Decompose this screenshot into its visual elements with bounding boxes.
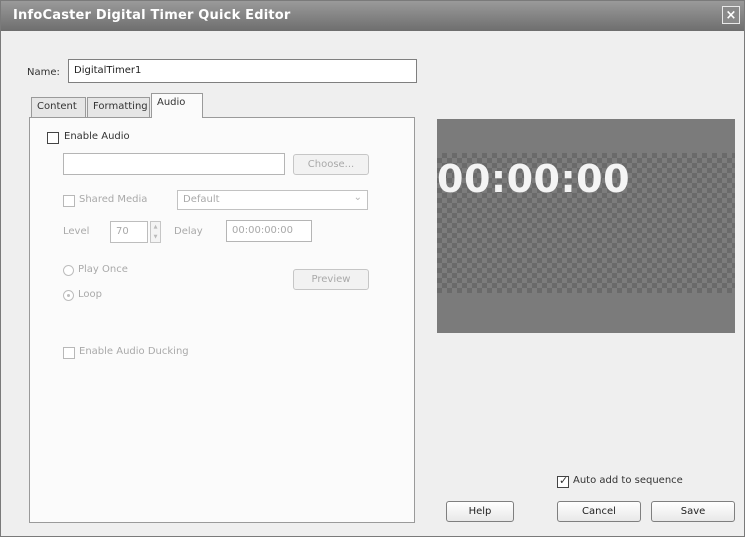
tab-audio[interactable]: Audio xyxy=(151,93,203,118)
choose-button[interactable]: Choose... xyxy=(293,154,369,175)
timer-preview-text: 00:00:00 xyxy=(437,157,631,201)
title-bar[interactable]: InfoCaster Digital Timer Quick Editor × xyxy=(1,1,744,31)
spinner-down-icon[interactable]: ▼ xyxy=(151,232,160,242)
dialog-window: InfoCaster Digital Timer Quick Editor × … xyxy=(0,0,745,537)
shared-media-label: Shared Media xyxy=(79,194,148,205)
cancel-button[interactable]: Cancel xyxy=(557,501,641,522)
shared-media-checkbox[interactable] xyxy=(63,195,75,207)
name-label: Name: xyxy=(27,67,60,78)
auto-add-checkbox[interactable] xyxy=(557,474,569,488)
timer-preview: 00:00:00 xyxy=(437,119,735,333)
enable-audio-checkbox[interactable] xyxy=(47,132,59,144)
delay-input[interactable]: 00:00:00:00 xyxy=(226,220,312,242)
play-once-label: Play Once xyxy=(78,264,128,275)
level-spinner[interactable]: ▲ ▼ xyxy=(150,221,161,243)
loop-radio[interactable] xyxy=(63,290,74,301)
level-input[interactable]: 70 xyxy=(110,221,148,243)
audio-tab-panel: Enable Audio Choose... Shared Media Defa… xyxy=(29,117,415,523)
tab-content-label: Content xyxy=(37,101,77,112)
window-title: InfoCaster Digital Timer Quick Editor xyxy=(13,8,291,23)
preview-button[interactable]: Preview xyxy=(293,269,369,290)
audio-file-input[interactable] xyxy=(63,153,285,175)
audio-ducking-label: Enable Audio Ducking xyxy=(79,346,189,357)
spinner-up-icon[interactable]: ▲ xyxy=(151,222,160,232)
shared-media-select[interactable]: Default ⌄ xyxy=(177,190,368,210)
help-button[interactable]: Help xyxy=(446,501,514,522)
auto-add-label: Auto add to sequence xyxy=(573,475,683,486)
delay-label: Delay xyxy=(174,226,203,237)
shared-media-select-value: Default xyxy=(183,194,220,205)
chevron-down-icon: ⌄ xyxy=(353,192,362,203)
tab-content[interactable]: Content xyxy=(31,97,86,117)
tab-formatting[interactable]: Formatting xyxy=(87,97,150,117)
loop-label: Loop xyxy=(78,289,102,300)
level-label: Level xyxy=(63,226,90,237)
enable-audio-label: Enable Audio xyxy=(64,131,130,142)
name-input[interactable]: DigitalTimer1 xyxy=(68,59,417,83)
tab-formatting-label: Formatting xyxy=(93,101,148,112)
save-button[interactable]: Save xyxy=(651,501,735,522)
play-once-radio[interactable] xyxy=(63,265,74,276)
audio-ducking-checkbox[interactable] xyxy=(63,347,75,359)
close-icon: × xyxy=(725,8,737,23)
tab-audio-label: Audio xyxy=(157,97,186,108)
close-button[interactable]: × xyxy=(722,6,740,24)
